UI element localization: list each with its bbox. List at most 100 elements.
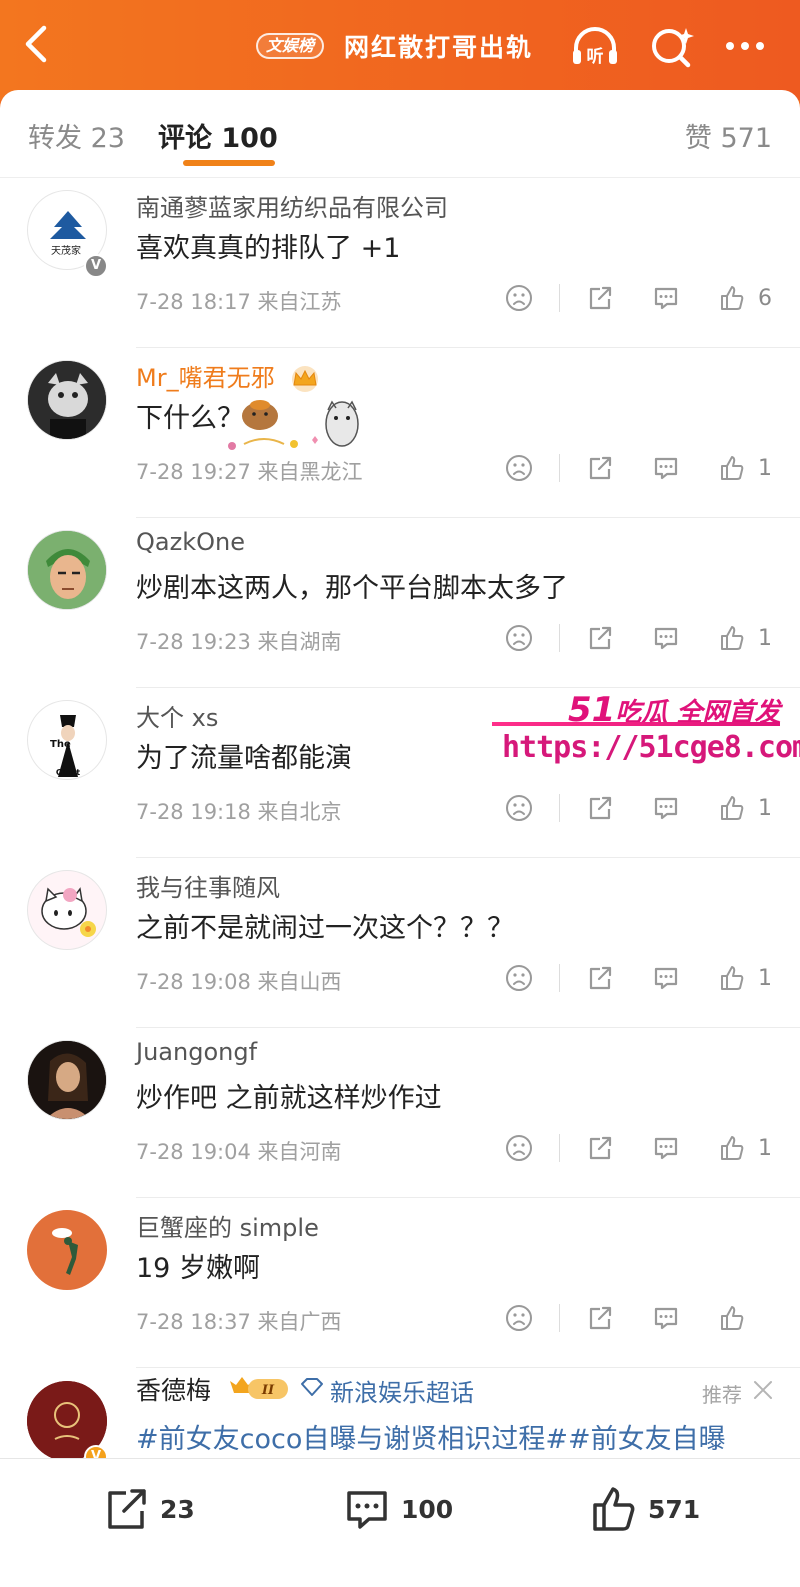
- diamond-icon: [301, 1378, 323, 1396]
- reply-button[interactable]: [646, 958, 686, 998]
- comment-button[interactable]: 100: [343, 1485, 453, 1533]
- comment-actions: 1: [499, 1128, 772, 1168]
- share-icon: [589, 1306, 612, 1330]
- comment-text: 炒作吧 之前就这样炒作过: [136, 1083, 442, 1114]
- like-button[interactable]: [712, 448, 752, 488]
- comment-icon: [654, 967, 678, 990]
- comment-meta: 7-28 19:27 来自黑龙江: [136, 460, 363, 484]
- thumbs-up-icon: [721, 286, 744, 310]
- dislike-button[interactable]: [499, 788, 539, 828]
- reply-button[interactable]: [646, 278, 686, 318]
- comment-author[interactable]: 我与往事随风: [136, 868, 280, 903]
- ranking-tag[interactable]: 文娱榜: [256, 33, 325, 59]
- sad-face-icon: [506, 455, 532, 481]
- more-button[interactable]: [720, 22, 770, 72]
- comments-panel: 转发 23 评论 100 赞 571 天茂家 V 南通蓼蓝家用纺织品有限公司 喜…: [0, 90, 800, 1587]
- share-button[interactable]: [580, 448, 620, 488]
- like-button[interactable]: [712, 788, 752, 828]
- avatar[interactable]: [27, 530, 107, 610]
- like-count: 1: [758, 455, 772, 481]
- comment-author[interactable]: Mr_嘴君无邪: [136, 358, 322, 393]
- reply-button[interactable]: [646, 618, 686, 658]
- tab-like[interactable]: 赞 571: [685, 116, 772, 155]
- comment-item: 巨蟹座的 simple 19 岁嫩啊 7-28 18:37 来自广西: [0, 1198, 800, 1368]
- thumbs-up-icon: [721, 456, 744, 480]
- divider: [559, 1304, 560, 1332]
- share-button[interactable]: [580, 958, 620, 998]
- back-button[interactable]: [18, 22, 58, 66]
- dislike-button[interactable]: [499, 448, 539, 488]
- like-button[interactable]: [712, 958, 752, 998]
- thumbs-up-icon: [721, 1306, 744, 1330]
- reply-button[interactable]: [646, 1128, 686, 1168]
- cartoon-avatar-icon: [28, 361, 106, 439]
- verified-badge: V: [84, 254, 108, 278]
- comment-actions: 1: [499, 788, 772, 828]
- thumbs-up-icon: [721, 966, 744, 990]
- dislike-button[interactable]: [499, 958, 539, 998]
- reply-button[interactable]: [646, 788, 686, 828]
- member-level-text: II: [261, 1383, 275, 1398]
- hashtag-link[interactable]: #前女友coco自曝与谢贤相识过程##前女友自曝: [136, 1417, 726, 1456]
- avatar[interactable]: [27, 1040, 107, 1120]
- sad-face-icon: [506, 965, 532, 991]
- like-button[interactable]: [712, 618, 752, 658]
- avatar[interactable]: The Giant: [27, 700, 107, 780]
- dislike-button[interactable]: [499, 1128, 539, 1168]
- kitty-avatar-icon: [41, 887, 96, 937]
- sad-face-icon: [506, 1135, 532, 1161]
- comment-text: 喜欢真真的排队了 +1: [136, 233, 401, 264]
- more-dots-icon: [726, 42, 764, 50]
- avatar[interactable]: [27, 360, 107, 440]
- search-button[interactable]: [648, 22, 698, 72]
- tab-repost[interactable]: 转发 23: [28, 116, 125, 155]
- comment-count: 100: [401, 1494, 454, 1524]
- avatar[interactable]: [27, 1210, 107, 1290]
- share-button[interactable]: [580, 788, 620, 828]
- crown-icon: [292, 366, 319, 392]
- share-button[interactable]: [580, 1128, 620, 1168]
- comment-actions: 1: [499, 958, 772, 998]
- comment-icon: [347, 1491, 387, 1529]
- share-button[interactable]: [580, 278, 620, 318]
- like-count: 1: [758, 795, 772, 821]
- sad-face-icon: [506, 1305, 532, 1331]
- dislike-button[interactable]: [499, 1298, 539, 1338]
- share-button[interactable]: [580, 1298, 620, 1338]
- comment-item: 天茂家 V 南通蓼蓝家用纺织品有限公司 喜欢真真的排队了 +1 7-28 18:…: [0, 178, 800, 348]
- dislike-button[interactable]: [499, 618, 539, 658]
- thumbs-up-icon: [721, 1136, 744, 1160]
- comment-icon: [654, 457, 678, 480]
- repost-button[interactable]: 23: [102, 1485, 195, 1533]
- avatar[interactable]: [27, 870, 107, 950]
- like-count: 571: [648, 1494, 701, 1524]
- watermark-line: [492, 722, 780, 726]
- reply-button[interactable]: [646, 1298, 686, 1338]
- listen-button[interactable]: 听: [570, 22, 620, 72]
- comment-meta: 7-28 19:23 来自湖南: [136, 630, 342, 654]
- comment-text: 之前不是就闹过一次这个？？？: [136, 913, 514, 944]
- headphones-icon: 听: [573, 27, 617, 67]
- share-icon: [589, 1136, 612, 1160]
- author-name: Mr_嘴君无邪: [136, 364, 275, 392]
- like-button[interactable]: [712, 278, 752, 318]
- close-button[interactable]: [752, 1379, 774, 1401]
- reply-button[interactable]: [646, 448, 686, 488]
- like-button[interactable]: 571: [590, 1485, 700, 1533]
- topic-link[interactable]: 新浪娱乐超话: [330, 1373, 474, 1408]
- comment-author[interactable]: QazkOne: [136, 528, 245, 556]
- share-button[interactable]: [580, 618, 620, 658]
- dislike-button[interactable]: [499, 278, 539, 318]
- like-count: 6: [758, 285, 772, 311]
- post-author[interactable]: 香德梅: [136, 1371, 211, 1407]
- tab-comment[interactable]: 评论 100: [158, 116, 278, 155]
- comment-author[interactable]: Juangongf: [136, 1038, 257, 1066]
- comment-actions: 6: [499, 278, 772, 318]
- like-button[interactable]: [712, 1298, 752, 1338]
- comment-author[interactable]: 巨蟹座的 simple: [136, 1208, 319, 1243]
- comment-author[interactable]: 大个 xs: [136, 698, 218, 733]
- sticker-icon: [228, 400, 359, 450]
- comment-author[interactable]: 南通蓼蓝家用纺织品有限公司: [136, 188, 448, 223]
- avatar-text-bottom: Giant: [56, 768, 80, 777]
- like-button[interactable]: [712, 1128, 752, 1168]
